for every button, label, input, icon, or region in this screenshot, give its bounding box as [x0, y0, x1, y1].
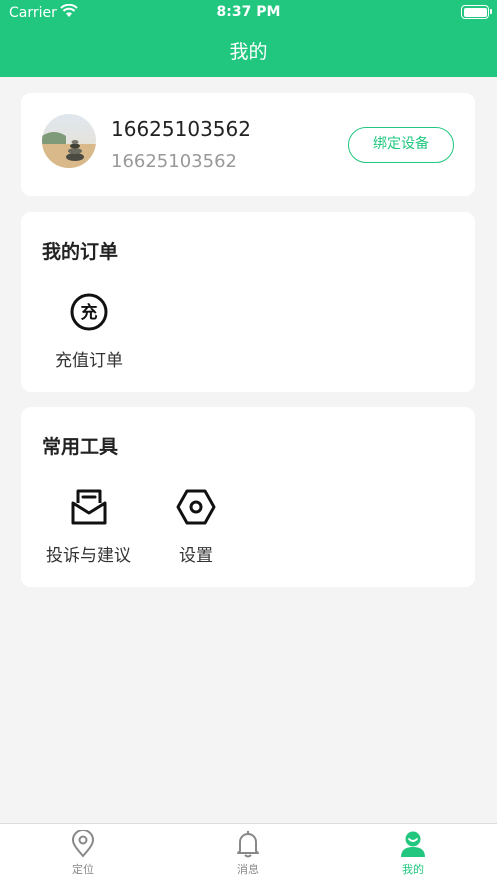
- common-tools-card: 常用工具 投诉与建议 设置: [21, 407, 475, 587]
- recharge-icon: 充: [70, 293, 108, 331]
- recharge-orders-label: 充值订单: [55, 351, 123, 371]
- tab-location-label: 定位: [72, 863, 94, 876]
- location-icon: [71, 830, 95, 858]
- tab-mine-label: 我的: [402, 863, 424, 876]
- user-name: 16625103562: [111, 117, 251, 141]
- section-title-orders: 我的订单: [42, 241, 119, 263]
- settings-icon: [176, 489, 216, 525]
- feedback-label: 投诉与建议: [46, 546, 131, 566]
- tab-messages-label: 消息: [237, 863, 259, 876]
- section-title-tools: 常用工具: [42, 436, 119, 458]
- battery-icon: [461, 5, 492, 19]
- status-bar: Carrier 8:37 PM: [0, 0, 497, 26]
- my-orders-card: 我的订单 充 充值订单: [21, 212, 475, 392]
- bell-icon: [237, 831, 259, 858]
- recharge-orders-item[interactable]: 充 充值订单: [55, 292, 123, 371]
- tab-location[interactable]: 定位: [23, 830, 143, 877]
- svg-text:充: 充: [81, 302, 98, 323]
- tab-bar: 定位 消息 我的: [0, 823, 497, 883]
- tab-messages[interactable]: 消息: [188, 830, 308, 877]
- clock: 8:37 PM: [216, 4, 281, 20]
- tab-mine[interactable]: 我的: [353, 830, 473, 877]
- user-phone: 16625103562: [111, 151, 237, 172]
- profile-card: 16625103562 16625103562 绑定设备: [21, 93, 475, 196]
- user-icon: [401, 831, 425, 857]
- feedback-icon: [71, 489, 106, 525]
- page-title: 我的: [229, 41, 268, 63]
- top-bar: Carrier 8:37 PM 我的: [0, 0, 497, 77]
- avatar[interactable]: [42, 114, 96, 168]
- settings-item[interactable]: 设置: [176, 487, 216, 566]
- settings-label: 设置: [179, 546, 213, 566]
- feedback-item[interactable]: 投诉与建议: [46, 487, 131, 566]
- bind-device-button[interactable]: 绑定设备: [348, 127, 454, 163]
